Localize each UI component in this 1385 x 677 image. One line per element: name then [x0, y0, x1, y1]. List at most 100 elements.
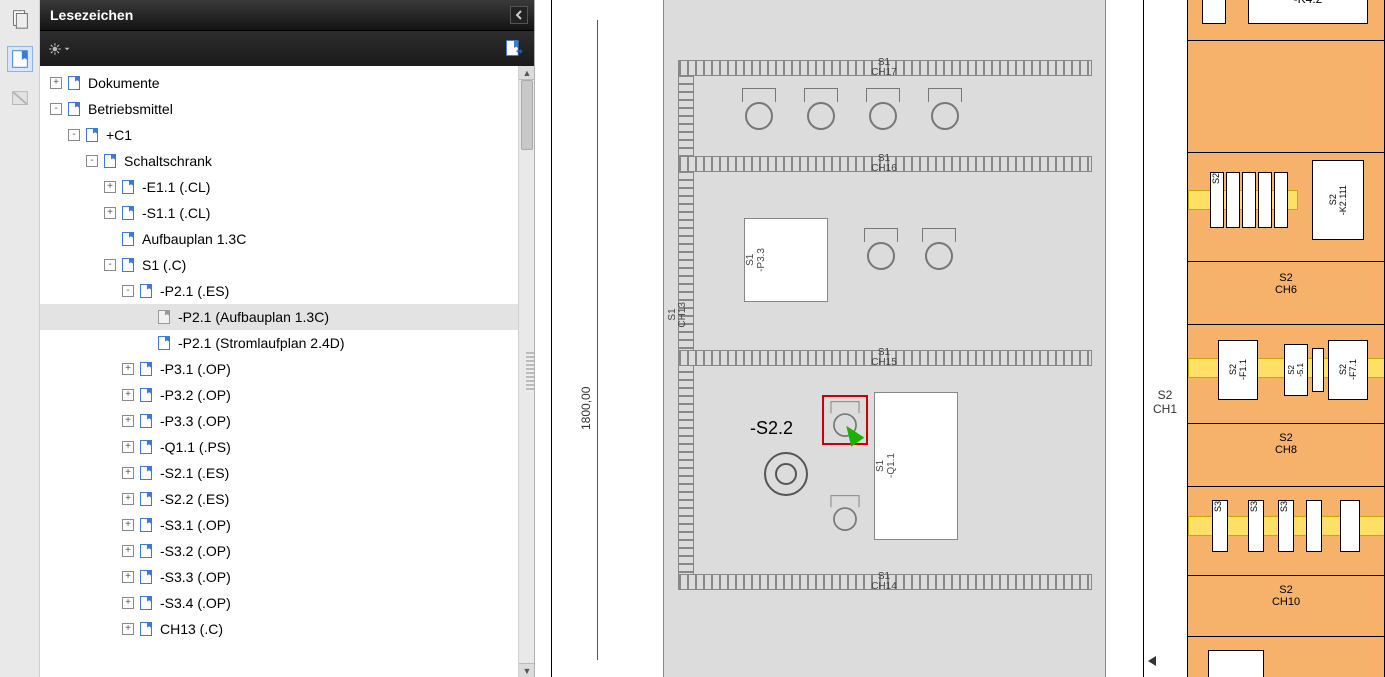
- tree-node[interactable]: -Betriebsmittel: [40, 96, 518, 122]
- tree-node-label: -P3.3 (.OP): [160, 413, 231, 429]
- rail-ch16-label: S1CH16: [854, 154, 914, 174]
- expand-icon[interactable]: +: [122, 493, 134, 505]
- chip-b3-4: [1306, 500, 1322, 552]
- indicator-p3x-2: [804, 88, 838, 132]
- bookmark-doc-icon: [138, 283, 154, 299]
- expand-icon[interactable]: +: [122, 363, 134, 375]
- device-k2111: S2-K2.111: [1312, 160, 1364, 240]
- scroll-thumb[interactable]: [521, 80, 533, 150]
- tree-node-label: -S3.4 (.OP): [160, 595, 231, 611]
- scroll-up-button[interactable]: ▲: [519, 66, 534, 80]
- tree-node[interactable]: + -S2.2 (.ES): [40, 486, 518, 512]
- expand-icon[interactable]: +: [122, 467, 134, 479]
- expand-icon[interactable]: +: [104, 207, 116, 219]
- tree-node[interactable]: Aufbauplan 1.3C: [40, 226, 518, 252]
- tree-node-label: Aufbauplan 1.3C: [142, 231, 246, 247]
- bookmark-doc-icon: [138, 465, 154, 481]
- collapse-icon[interactable]: -: [122, 285, 134, 297]
- tree-node[interactable]: +-S1.1 (.CL): [40, 200, 518, 226]
- expand-icon[interactable]: +: [122, 441, 134, 453]
- tree-node[interactable]: - -P2.1 (.ES): [40, 278, 518, 304]
- bookmarks-icon[interactable]: [7, 46, 33, 72]
- attachments-icon[interactable]: [7, 86, 33, 112]
- tree-node[interactable]: + -P3.2 (.OP): [40, 382, 518, 408]
- panel-header: Lesezeichen: [40, 0, 534, 30]
- chip-b1-1: S2: [1210, 172, 1224, 228]
- collapse-icon[interactable]: -: [50, 103, 62, 115]
- pages-icon[interactable]: [7, 6, 33, 32]
- bookmark-doc-icon: [138, 413, 154, 429]
- chip-b4-1: [1208, 650, 1264, 677]
- right-page: -K4 -K4.2 S2 S2-K2.111 S2 CH6 S2-F1.1 S2…: [1187, 0, 1385, 677]
- tree-node[interactable]: +-S3.3 (.OP): [40, 564, 518, 590]
- tree-node[interactable]: + -S2.1 (.ES): [40, 460, 518, 486]
- bookmark-doc-icon: [138, 621, 154, 637]
- expand-icon[interactable]: +: [122, 571, 134, 583]
- bookmark-doc-icon: [102, 153, 118, 169]
- bookmark-doc-icon: [138, 595, 154, 611]
- tree-node[interactable]: -P2.1 (Stromlaufplan 2.4D): [40, 330, 518, 356]
- device-p33: S1-P3.3: [744, 218, 828, 302]
- device-f11: S2-F1.1: [1218, 340, 1258, 400]
- tree-node-label: Dokumente: [88, 75, 160, 91]
- tree-node-label: +C1: [106, 127, 132, 143]
- expand-icon[interactable]: +: [122, 415, 134, 427]
- expand-icon[interactable]: +: [122, 545, 134, 557]
- expand-icon[interactable]: +: [122, 623, 134, 635]
- tree-spacer: [104, 233, 116, 245]
- tree-node[interactable]: -Schaltschrank: [40, 148, 518, 174]
- tree-node-label: -P2.1 (.ES): [160, 283, 229, 299]
- device-f51: S2-5.1: [1284, 344, 1308, 396]
- tree-node[interactable]: -P2.1 (Aufbauplan 1.3C): [40, 304, 518, 330]
- chip-f-extra: [1312, 348, 1324, 392]
- expand-icon[interactable]: +: [50, 77, 62, 89]
- tree-node[interactable]: +-S3.2 (.OP): [40, 538, 518, 564]
- chip-b3-2: S3: [1248, 500, 1264, 552]
- tree-node-label: -P2.1 (Aufbauplan 1.3C): [178, 309, 329, 325]
- tree-node-label: -P3.2 (.OP): [160, 387, 231, 403]
- tree-node[interactable]: +CH13 (.C): [40, 616, 518, 642]
- expand-icon[interactable]: +: [122, 389, 134, 401]
- page-corner-arrow-icon: [1148, 656, 1160, 668]
- tree-node[interactable]: + -S3.1 (.OP): [40, 512, 518, 538]
- rail-ch14-label: S1CH14: [854, 572, 914, 592]
- bookmark-tree[interactable]: +Dokumente-Betriebsmittel-+C1-Schaltschr…: [40, 66, 518, 677]
- panel-resize-grip[interactable]: [526, 352, 534, 392]
- indicator-p3x-1: [742, 88, 776, 132]
- panel-collapse-button[interactable]: [510, 6, 528, 24]
- cabinet-area: S1CH13 S1CH17 S1CH16 S1-P3.3: [663, 0, 1106, 677]
- tree-node[interactable]: + -P3.3 (.OP): [40, 408, 518, 434]
- bookmark-options-menu[interactable]: [48, 38, 70, 60]
- chip-b1-4: [1258, 172, 1272, 228]
- bookmark-doc-icon: [138, 439, 154, 455]
- tree-node[interactable]: - +C1: [40, 122, 518, 148]
- chip-b1-3: [1242, 172, 1256, 228]
- label-ch8: S2 CH8: [1188, 432, 1384, 456]
- panel-title: Lesezeichen: [50, 7, 133, 23]
- tree-node-label: -S2.1 (.ES): [160, 465, 229, 481]
- chip-b3-3: S3: [1278, 500, 1294, 552]
- expand-icon[interactable]: +: [104, 181, 116, 193]
- tree-node[interactable]: +-E1.1 (.CL): [40, 174, 518, 200]
- bookmark-doc-icon: [120, 179, 136, 195]
- scroll-down-button[interactable]: ▼: [519, 663, 534, 677]
- collapse-icon[interactable]: -: [104, 259, 116, 271]
- bookmark-doc-icon: [138, 543, 154, 559]
- tree-node-label: -S2.2 (.ES): [160, 491, 229, 507]
- tree-node[interactable]: + Dokumente: [40, 70, 518, 96]
- tree-node[interactable]: +-Q1.1 (.PS): [40, 434, 518, 460]
- bookmark-doc-icon: [156, 309, 172, 325]
- tree-node[interactable]: +-P3.1 (.OP): [40, 356, 518, 382]
- expand-icon[interactable]: +: [122, 597, 134, 609]
- tree-node-label: -S3.1 (.OP): [160, 517, 231, 533]
- locate-bookmark-button[interactable]: [504, 38, 526, 60]
- bookmark-doc-icon: [138, 491, 154, 507]
- expand-icon[interactable]: +: [122, 519, 134, 531]
- tree-node[interactable]: -S1 (.C): [40, 252, 518, 278]
- device-q11: S1-Q1.1: [874, 392, 958, 540]
- tree-node[interactable]: + -S3.4 (.OP): [40, 590, 518, 616]
- collapse-icon[interactable]: -: [68, 129, 80, 141]
- drawing-canvas[interactable]: 1800,00 S1CH13 S1CH17 S1CH16: [535, 0, 1385, 677]
- panel-toolbar: [40, 30, 534, 66]
- collapse-icon[interactable]: -: [86, 155, 98, 167]
